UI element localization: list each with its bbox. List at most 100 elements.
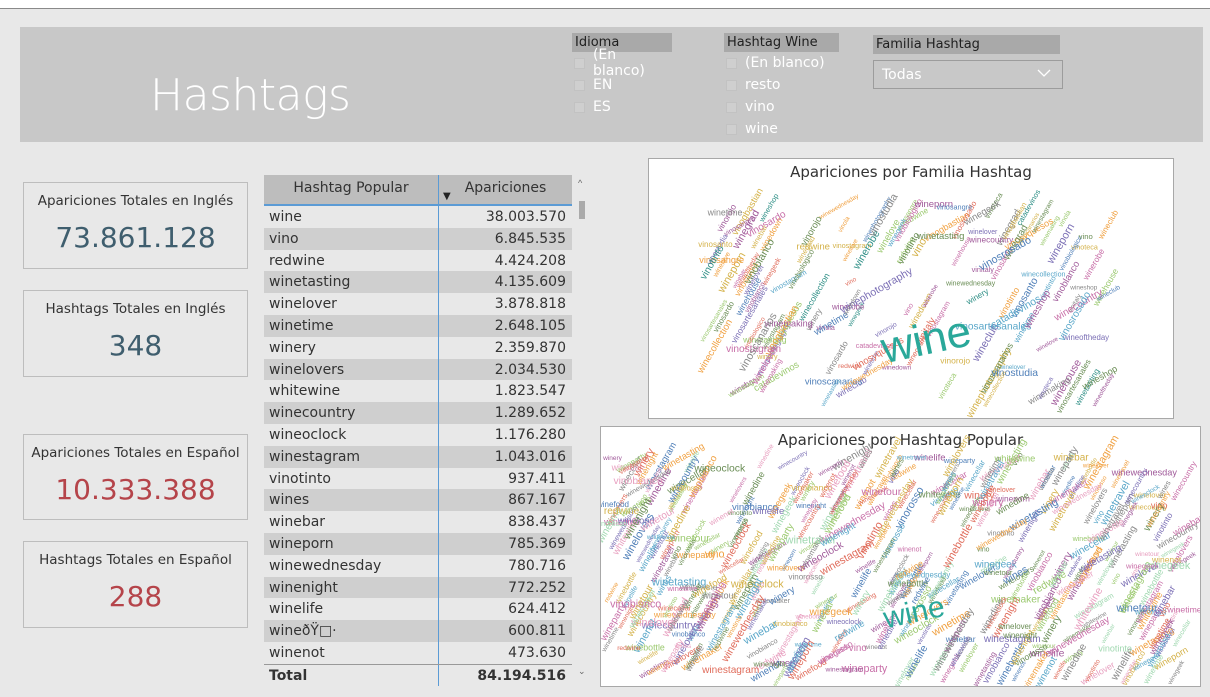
cell-apariciones: 2.648.105 xyxy=(494,317,566,334)
cell-hashtag: winelife xyxy=(264,598,439,621)
cloud-word: wineoclock xyxy=(693,464,746,475)
column-header-apariciones-label: Apariciones xyxy=(464,180,547,196)
cloud-word: winecollection xyxy=(1020,271,1065,279)
table-row[interactable]: winelover 3.878.818 xyxy=(264,293,572,315)
table-row[interactable]: winetime 2.648.105 xyxy=(264,314,572,337)
cloud-word: winetime xyxy=(707,208,743,218)
table-row[interactable]: whitewine 1.823.547 xyxy=(264,380,572,403)
scroll-down-icon[interactable]: ⌄ xyxy=(578,666,586,677)
table-row[interactable]: winebar 838.437 xyxy=(264,511,572,533)
table-row[interactable]: winelovers 2.034.530 xyxy=(264,358,572,381)
table-row[interactable]: wines 867.167 xyxy=(264,489,572,512)
slicer-hashtag-wine-item-label: vino xyxy=(745,99,775,115)
cell-hashtag: winenight xyxy=(264,576,439,599)
slicer-hashtag-wine-item[interactable]: vino xyxy=(724,96,839,118)
cloud-word: whitewine xyxy=(646,534,676,541)
cell-hashtag: vino xyxy=(264,227,439,250)
cloud-word: redwine xyxy=(838,363,862,370)
checkbox[interactable] xyxy=(574,101,585,113)
slicer-idioma-item[interactable]: (En blanco) xyxy=(572,47,672,79)
cloud-word: winegeek xyxy=(808,607,853,618)
table-row[interactable]: wineoclock 1.176.280 xyxy=(264,423,572,446)
slicer-idioma-item[interactable]: ES xyxy=(572,96,672,118)
column-header-hashtag[interactable]: Hashtag Popular xyxy=(264,175,439,204)
card-hashtags-es: Hashtags Totales en Español 288 xyxy=(23,541,248,628)
cell-apariciones: 772.252 xyxy=(508,579,566,596)
cloud-word: winetour xyxy=(983,568,1013,577)
card-apariciones-en-value: 73.861.128 xyxy=(55,221,216,254)
card-hashtags-en-label: Hashtags Totales en Inglés xyxy=(45,301,226,317)
cloud-word: vinosardo xyxy=(823,339,850,376)
card-apariciones-es-label: Apariciones Totales en Español xyxy=(31,445,240,461)
cloud-word: vino xyxy=(1079,232,1093,241)
cloud-word: winenot xyxy=(897,547,922,554)
cell-apariciones: 1.176.280 xyxy=(494,426,566,443)
cell-apariciones: 1.289.652 xyxy=(494,405,566,422)
cloud-word: vinobianco xyxy=(613,476,663,487)
cloud-word: winewednesday xyxy=(818,192,861,221)
card-apariciones-es-value: 10.333.388 xyxy=(55,473,216,506)
checkbox[interactable] xyxy=(574,79,585,91)
sort-descending-icon: ▼ xyxy=(443,191,451,202)
table-row[interactable]: wineporn 785.369 xyxy=(264,532,572,555)
cell-hashtag: winenot xyxy=(264,641,439,664)
table-row[interactable]: winenot 473.630 xyxy=(264,641,572,664)
cloud-word: winelover xyxy=(997,622,1032,631)
wordcloud-popular: Apariciones por Hashtag Popular vino redw… xyxy=(600,426,1201,687)
table-header: Hashtag Popular Apariciones ▼ xyxy=(264,175,572,206)
slicer-hashtag-wine-item[interactable]: wine xyxy=(724,118,839,140)
cloud-word: redwine xyxy=(617,645,641,652)
table-row[interactable]: winery 2.359.870 xyxy=(264,336,572,359)
cloud-word: winecountry xyxy=(1168,459,1199,503)
cell-hashtag: wineporn xyxy=(264,532,439,555)
cell-hashtag: redwine xyxy=(264,249,439,272)
cell-apariciones: 38.003.570 xyxy=(485,209,566,225)
cell-hashtag: winetasting xyxy=(264,271,439,294)
cloud-word: winenight xyxy=(1002,631,1038,640)
slicer-hashtag-wine-item[interactable]: resto xyxy=(724,74,839,96)
familia-dropdown-value: Todas xyxy=(882,67,922,83)
slicer-familia-title: Familia Hashtag xyxy=(873,35,1060,54)
table-row[interactable]: winewednesday 780.716 xyxy=(264,554,572,577)
checkbox[interactable] xyxy=(574,57,585,69)
table-row[interactable]: winecountry 1.289.652 xyxy=(264,402,572,424)
table-scrollbar[interactable]: ^ ⌄ xyxy=(574,175,590,685)
table-row[interactable]: wineðŸ□· 600.811 xyxy=(264,620,572,642)
cell-hashtag: winecountry xyxy=(264,402,439,424)
cloud-word: winestagram xyxy=(701,665,759,676)
cell-apariciones: 867.167 xyxy=(508,492,566,509)
cloud-word: winery xyxy=(602,455,623,462)
cell-apariciones: 1.043.016 xyxy=(494,448,566,465)
table-row[interactable]: winestagram 1.043.016 xyxy=(264,445,572,468)
table-row[interactable]: winenight 772.252 xyxy=(264,576,572,599)
cell-apariciones: 473.630 xyxy=(508,644,566,661)
checkbox[interactable] xyxy=(726,57,737,69)
table-row[interactable]: vino 6.845.535 xyxy=(264,227,572,250)
table-row[interactable]: winelife 624.412 xyxy=(264,598,572,621)
slicer-idioma-item-label: ES xyxy=(593,99,611,115)
cell-hashtag: winelover xyxy=(264,293,439,315)
scrollbar-thumb[interactable] xyxy=(579,201,585,219)
slicer-hashtag-wine-item-label: resto xyxy=(745,77,781,93)
scroll-up-icon[interactable]: ^ xyxy=(578,178,582,188)
cloud-word: winebottle xyxy=(940,522,975,571)
table-row[interactable]: winetasting 4.135.609 xyxy=(264,271,572,294)
page-title: Hashtags xyxy=(150,70,351,121)
cell-hashtag: wineðŸ□· xyxy=(264,620,439,642)
cloud-word: vinorosso xyxy=(671,485,701,493)
cell-apariciones: 4.135.609 xyxy=(494,274,566,291)
checkbox[interactable] xyxy=(726,123,737,135)
slicer-hashtag-wine-item[interactable]: (En blanco) xyxy=(724,52,839,74)
table-row[interactable]: wine 38.003.570 xyxy=(264,206,572,228)
table-row[interactable]: vinotinto 937.411 xyxy=(264,467,572,490)
checkbox[interactable] xyxy=(726,101,737,113)
card-hashtags-en: Hashtags Totales en Inglés 348 xyxy=(23,290,248,377)
table-row[interactable]: redwine 4.424.208 xyxy=(264,249,572,272)
card-apariciones-en: Apariciones Totales en Inglés 73.861.128 xyxy=(23,182,248,269)
familia-dropdown[interactable]: Todas xyxy=(873,60,1063,89)
cell-apariciones: 838.437 xyxy=(508,514,566,531)
column-header-apariciones[interactable]: Apariciones ▼ xyxy=(439,175,572,204)
cloud-word: winedine xyxy=(755,443,775,471)
wordcloud-familia: Apariciones por Familia Hashtag vino redw… xyxy=(648,158,1174,419)
checkbox[interactable] xyxy=(726,79,737,91)
